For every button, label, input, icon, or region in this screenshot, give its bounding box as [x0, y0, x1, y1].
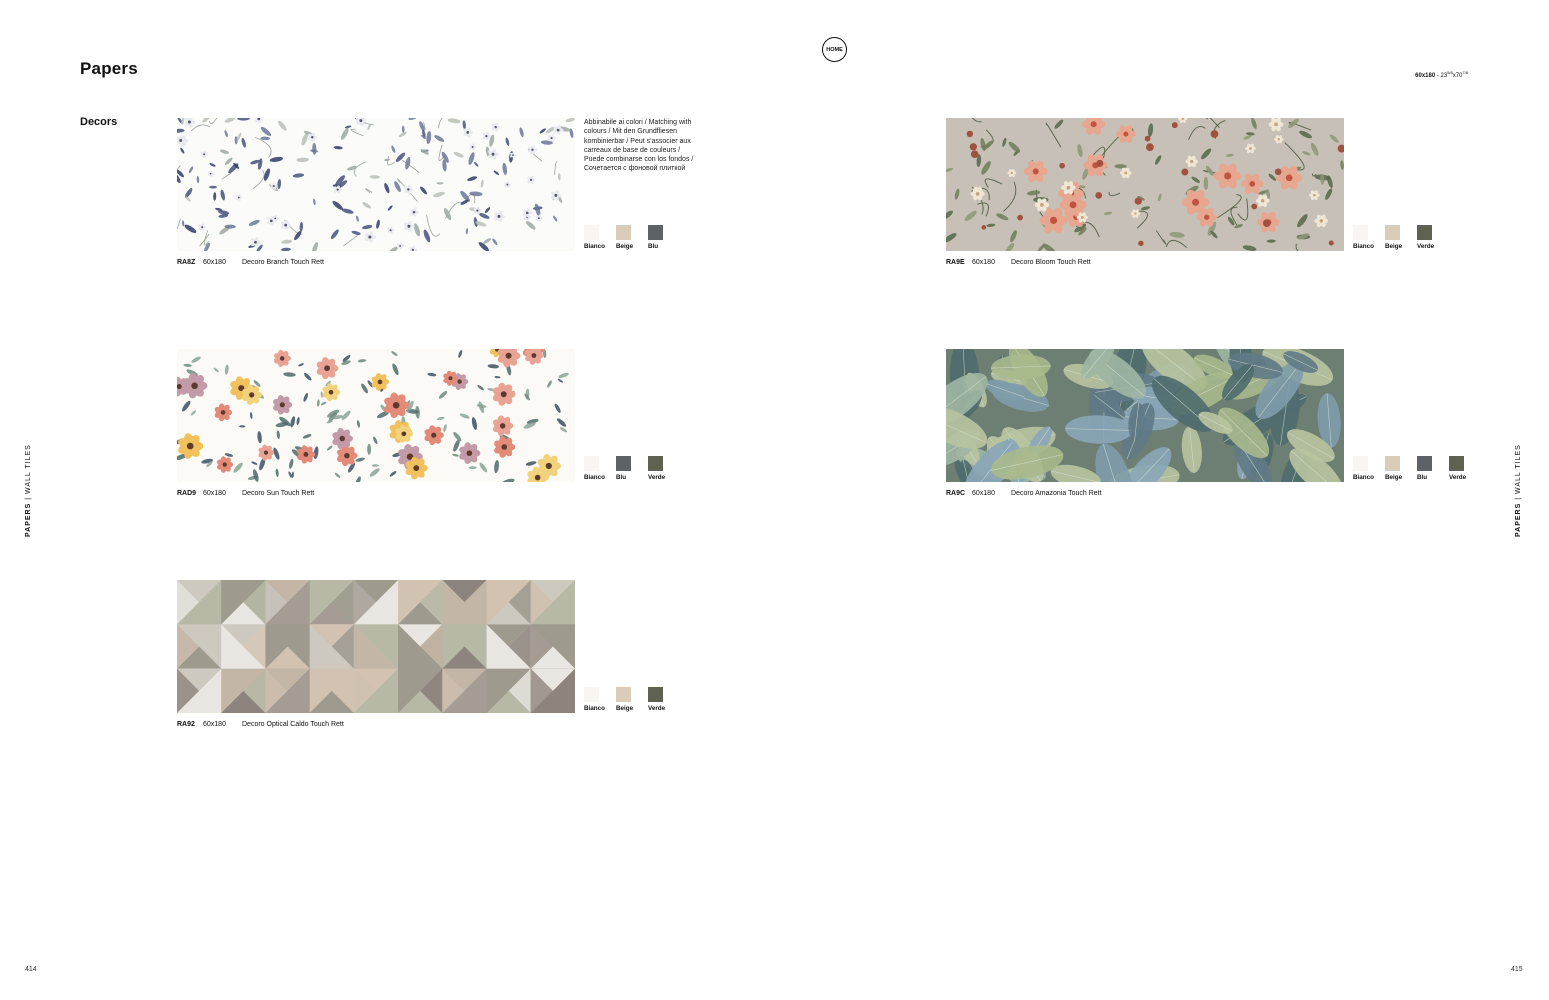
section-heading: Decors: [80, 116, 118, 128]
swatch-label: Beige: [616, 243, 634, 250]
product-card: RA9E 60x180 Decoro Bloom Touch Rett Bianco B…: [946, 118, 1446, 278]
swatch-label: Verde: [648, 705, 666, 712]
page-number-left: 414: [25, 966, 37, 973]
format-code: 60x180: [1415, 73, 1436, 79]
color-swatch-bianco: Bianco: [1353, 225, 1385, 250]
tile-image-bloom: [946, 118, 1344, 251]
tile-image-sun: [177, 349, 575, 482]
product-name: Decoro Branch Touch Rett: [242, 259, 324, 266]
color-swatch-bianco: Bianco: [584, 456, 616, 481]
swatch-label: Bianco: [1353, 243, 1374, 250]
swatch-label: Beige: [1385, 243, 1403, 250]
swatch-label: Beige: [1385, 474, 1403, 481]
tile-image-optical: [177, 580, 575, 713]
color-swatch-verde: Verde: [1449, 456, 1481, 481]
swatch-label: Verde: [648, 474, 666, 481]
product-card: RA8Z 60x180 Decoro Branch Touch Rett Bianco…: [177, 118, 677, 278]
product-caption: RA8Z 60x180 Decoro Branch Touch Rett: [177, 259, 324, 266]
color-swatches: Bianco Beige Verde: [1353, 225, 1449, 250]
product-code: RA9E: [946, 259, 965, 266]
product-size: 60x180: [203, 721, 226, 728]
tile-image-branch: [177, 118, 575, 251]
side-label-rest: | WALL TILES: [1515, 444, 1522, 503]
color-swatches: Bianco Blu Verde: [584, 456, 680, 481]
product-code: RA92: [177, 721, 195, 728]
product-size: 60x180: [972, 259, 995, 266]
product-caption: RA92 60x180 Decoro Optical Caldo Touch Ret…: [177, 721, 344, 728]
color-swatch-beige: Beige: [1385, 225, 1417, 250]
swatch-chip: [1353, 456, 1368, 471]
swatch-label: Blu: [1417, 474, 1428, 481]
swatch-chip: [616, 456, 631, 471]
format-imperial: - 23: [1435, 73, 1448, 79]
swatch-chip: [648, 456, 663, 471]
side-label-left: PAPERS | WALL TILES: [25, 444, 32, 537]
swatch-label: Bianco: [584, 243, 605, 250]
color-swatches: Bianco Beige Blu: [584, 225, 680, 250]
product-code: RAD9: [177, 490, 197, 497]
product-code: RA9C: [946, 490, 966, 497]
swatch-label: Bianco: [584, 705, 605, 712]
color-swatch-beige: Beige: [616, 687, 648, 712]
color-swatch-verde: Verde: [1417, 225, 1449, 250]
product-name: Decoro Bloom Touch Rett: [1011, 259, 1091, 266]
color-swatch-bianco: Bianco: [584, 687, 616, 712]
side-label-strong: PAPERS: [1515, 502, 1522, 537]
product-card: RA9C 60x180 Decoro Amazonia Touch Rett Bian…: [946, 349, 1466, 509]
swatch-label: Blu: [616, 474, 627, 481]
product-card: RA92 60x180 Decoro Optical Caldo Touch Ret…: [177, 580, 677, 740]
product-caption: RAD9 60x180 Decoro Sun Touch Rett: [177, 490, 314, 497]
swatch-chip: [648, 687, 663, 702]
product-name: Decoro Optical Caldo Touch Rett: [242, 721, 344, 728]
color-swatch-bianco: Bianco: [584, 225, 616, 250]
page-number-right: 415: [1511, 966, 1523, 973]
product-caption: RA9C 60x180 Decoro Amazonia Touch Rett: [946, 490, 1102, 497]
swatch-chip: [1417, 456, 1432, 471]
color-swatches: Bianco Beige Verde: [584, 687, 680, 712]
color-swatch-beige: Beige: [1385, 456, 1417, 481]
swatch-chip: [1449, 456, 1464, 471]
page-title: Papers: [80, 59, 138, 78]
swatch-label: Beige: [616, 705, 634, 712]
swatch-label: Verde: [1449, 474, 1467, 481]
product-code: RA8Z: [177, 259, 196, 266]
color-swatch-bianco: Bianco: [1353, 456, 1385, 481]
swatch-label: Bianco: [1353, 474, 1374, 481]
color-swatch-verde: Verde: [648, 456, 680, 481]
swatch-chip: [584, 225, 599, 240]
swatch-chip: [1385, 225, 1400, 240]
format-imperial-fraction-2: 7/8: [1462, 70, 1468, 75]
color-swatch-blu: Blu: [1417, 456, 1449, 481]
swatch-chip: [1385, 456, 1400, 471]
swatch-chip: [584, 456, 599, 471]
product-card: RAD9 60x180 Decoro Sun Touch Rett Bianco Blu…: [177, 349, 677, 509]
product-size: 60x180: [972, 490, 995, 497]
side-label-right: PAPERS | WALL TILES: [1515, 444, 1522, 537]
product-size: 60x180: [203, 259, 226, 266]
swatch-chip: [616, 687, 631, 702]
color-swatch-verde: Verde: [648, 687, 680, 712]
swatch-chip: [648, 225, 663, 240]
color-swatches: Bianco Beige Blu Verde: [1353, 456, 1481, 481]
home-button[interactable]: HOME: [822, 37, 847, 62]
product-size: 60x180: [203, 490, 226, 497]
product-name: Decoro Sun Touch Rett: [242, 490, 315, 497]
swatch-chip: [1417, 225, 1432, 240]
swatch-chip: [584, 687, 599, 702]
format-label: 60x180 - 235/8x707/8: [1415, 70, 1468, 79]
tile-image-amazonia: [946, 349, 1344, 482]
color-swatch-beige: Beige: [616, 225, 648, 250]
color-swatch-blu: Blu: [648, 225, 680, 250]
swatch-label: Blu: [648, 243, 659, 250]
side-label-strong: PAPERS: [25, 502, 32, 537]
swatch-chip: [1353, 225, 1368, 240]
swatch-label: Verde: [1417, 243, 1435, 250]
side-label-rest: | WALL TILES: [25, 444, 32, 503]
color-swatch-blu: Blu: [616, 456, 648, 481]
product-name: Decoro Amazonia Touch Rett: [1011, 490, 1102, 497]
swatch-label: Bianco: [584, 474, 605, 481]
format-imperial-x: x70: [1452, 73, 1463, 79]
swatch-chip: [616, 225, 631, 240]
product-caption: RA9E 60x180 Decoro Bloom Touch Rett: [946, 259, 1091, 266]
